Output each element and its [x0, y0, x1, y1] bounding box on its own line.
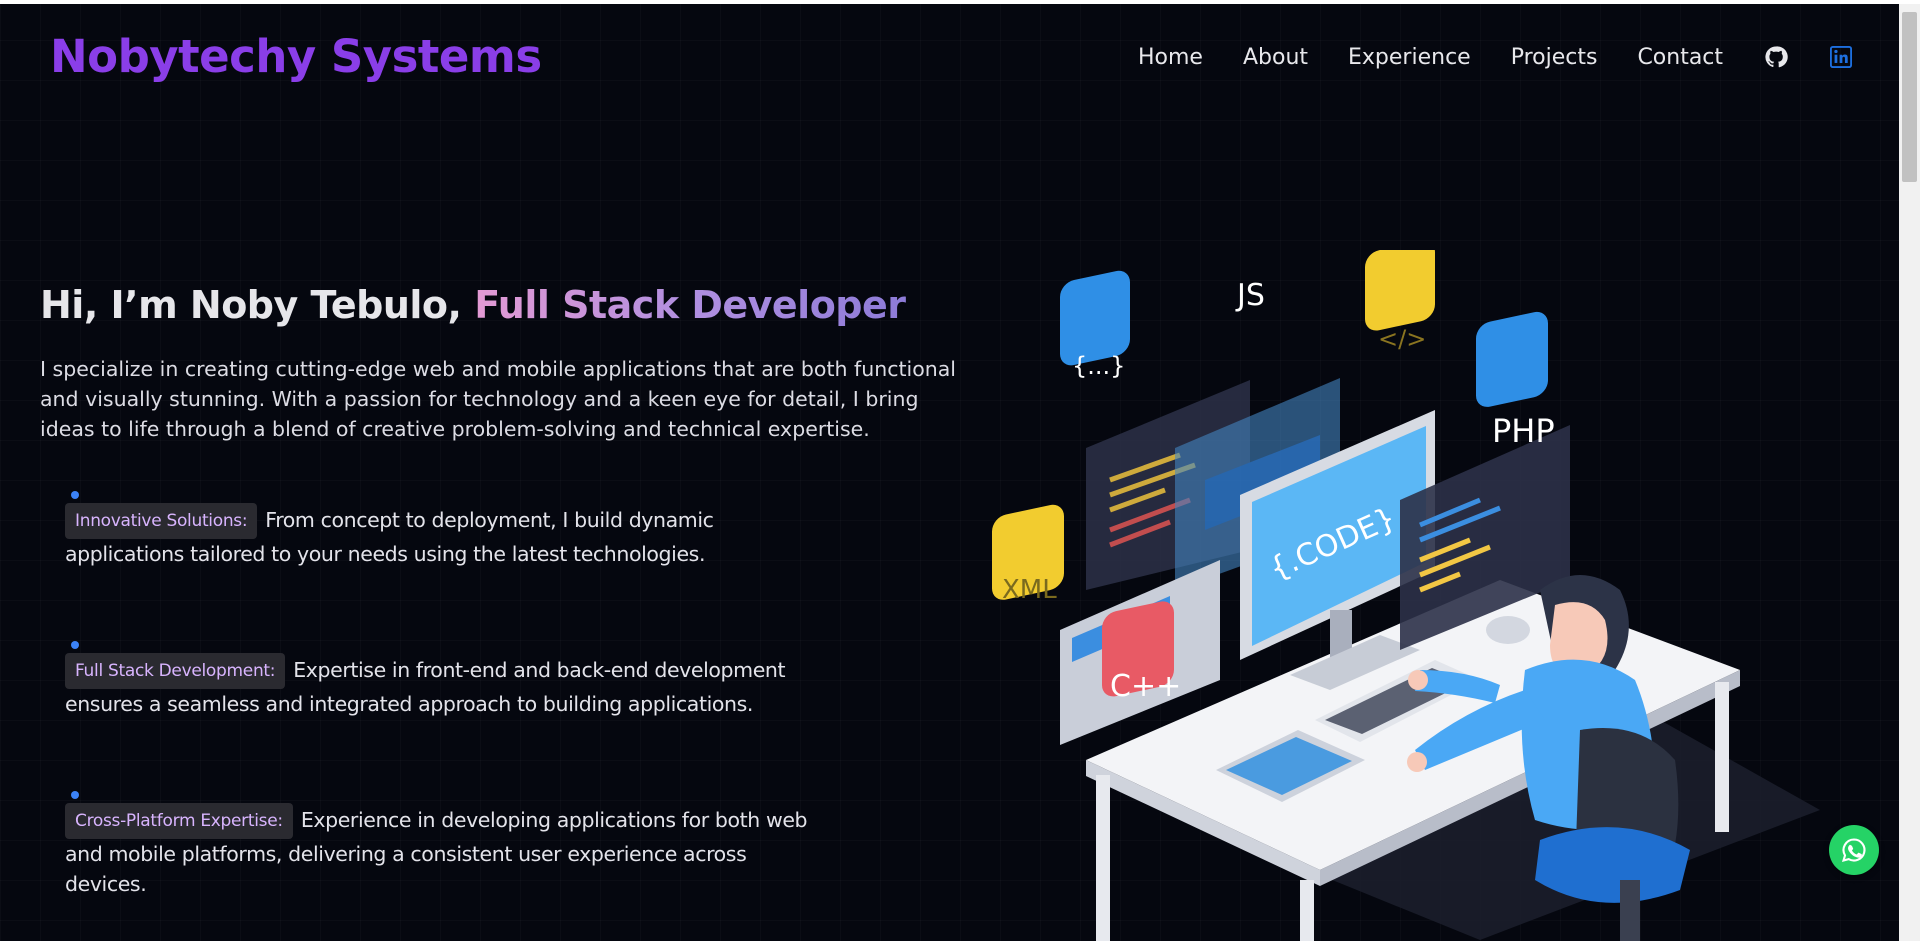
brand-logo[interactable]: Nobytechy Systems: [50, 30, 542, 83]
nav-contact[interactable]: Contact: [1637, 45, 1723, 70]
bullet-dot: [71, 641, 79, 649]
badge-php: PHP: [1476, 311, 1555, 450]
github-icon[interactable]: [1763, 44, 1789, 70]
badge-xml: XML: [992, 504, 1064, 605]
feature-item: Innovative Solutions: From concept to dep…: [65, 491, 825, 569]
svg-text:{...}: {...}: [1072, 352, 1125, 380]
badge-js: JS: [1235, 278, 1265, 313]
whatsapp-chat-button[interactable]: [1829, 825, 1879, 875]
nav-home[interactable]: Home: [1138, 45, 1203, 70]
whatsapp-icon: [1841, 838, 1866, 862]
window-top-border: [0, 0, 1920, 4]
hero-description: I specialize in creating cutting-edge we…: [40, 357, 956, 441]
nav-experience[interactable]: Experience: [1348, 45, 1471, 70]
svg-text:</>: </>: [1378, 325, 1426, 353]
scrollbar-thumb[interactable]: [1902, 12, 1917, 182]
developer-illustration: {.CODE} JS {...} </> PHP XML C++: [992, 250, 1820, 941]
svg-text:PHP: PHP: [1492, 412, 1555, 450]
main-nav: Home About Experience Projects Contact: [1138, 44, 1854, 70]
nav-projects[interactable]: Projects: [1511, 45, 1598, 70]
badge-braces: {...}: [1060, 270, 1130, 380]
linkedin-icon[interactable]: [1828, 44, 1854, 70]
page-scrollbar[interactable]: [1899, 4, 1920, 941]
feature-item: Cross-Platform Expertise: Experience in d…: [65, 791, 825, 899]
bullet-dot: [71, 791, 79, 799]
svg-text:JS: JS: [1235, 278, 1265, 313]
feature-tag: Full Stack Development:: [65, 653, 286, 689]
feature-tag: Cross-Platform Expertise:: [65, 803, 293, 839]
feature-tag: Innovative Solutions:: [65, 503, 258, 539]
svg-text:C++: C++: [1110, 669, 1181, 704]
badge-cpp: C++: [1102, 601, 1181, 704]
nav-about[interactable]: About: [1243, 45, 1308, 70]
hero-role: Full Stack Developer: [474, 283, 906, 327]
svg-text:XML: XML: [1002, 575, 1057, 605]
hero-heading: Hi, I’m Noby Tebulo, Full Stack Develope…: [40, 283, 906, 327]
feature-item: Full Stack Development: Expertise in fron…: [65, 641, 825, 719]
badge-tag: </>: [1365, 250, 1435, 353]
bullet-dot: [71, 491, 79, 499]
hero-greeting: Hi, I’m Noby Tebulo,: [40, 283, 462, 327]
